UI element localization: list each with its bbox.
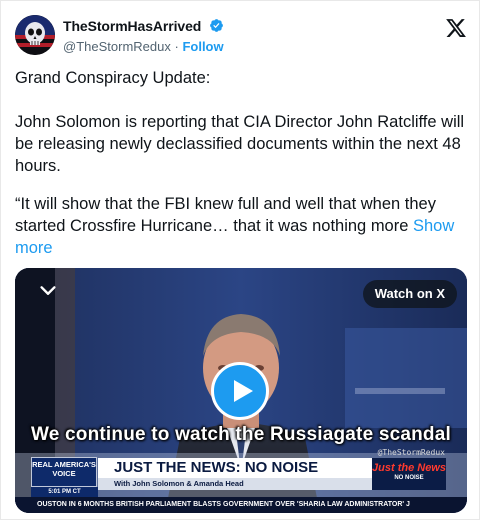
- broadcast-time: 5:01 PM CT: [31, 487, 98, 497]
- chyron-subline: With John Solomon & Amanda Head: [98, 478, 372, 490]
- play-button[interactable]: [211, 362, 269, 420]
- display-name[interactable]: TheStormHasArrived: [63, 18, 201, 34]
- tweet-header: TheStormHasArrived @TheStormRedux · Foll…: [15, 13, 467, 61]
- chevron-down-icon[interactable]: [37, 280, 59, 302]
- news-ticker: OUSTON IN 6 MONTHS BRITISH PARLIAMENT BL…: [15, 497, 467, 513]
- show-logo-text: Just the News: [372, 462, 446, 474]
- verified-badge-icon: [209, 19, 223, 33]
- video-watermark: @TheStormRedux: [377, 448, 445, 457]
- author-name-row: TheStormHasArrived: [63, 17, 224, 35]
- network-logo: REAL AMERICA'S VOICE: [31, 457, 97, 487]
- watch-on-x-button[interactable]: Watch on X: [362, 280, 457, 308]
- avatar[interactable]: [15, 15, 55, 55]
- show-logo: Just the News NO NOISE: [372, 458, 446, 490]
- show-logo-tag: NO NOISE: [394, 475, 424, 481]
- video-caption: We continue to watch the Russiagate scan…: [30, 424, 451, 445]
- separator-dot: ·: [174, 39, 179, 54]
- tweet-paragraph: Grand Conspiracy Update:: [15, 69, 211, 87]
- x-logo-icon[interactable]: [445, 17, 467, 39]
- play-icon: [234, 380, 253, 402]
- tweet-paragraph: “It will show that the FBI knew full and…: [15, 193, 471, 259]
- handle-line: @TheStormRedux · Follow: [63, 39, 224, 54]
- chyron-headline: JUST THE NEWS: NO NOISE: [98, 458, 372, 478]
- video-player[interactable]: Watch on X We continue to watch the Russ…: [15, 268, 467, 513]
- tweet-paragraph: John Solomon is reporting that CIA Direc…: [15, 113, 465, 175]
- tweet-card: TheStormHasArrived @TheStormRedux · Foll…: [0, 0, 480, 520]
- follow-button[interactable]: Follow: [182, 39, 223, 54]
- tweet-paragraph-text: “It will show that the FBI knew full and…: [15, 195, 436, 235]
- handle[interactable]: @TheStormRedux: [63, 39, 171, 54]
